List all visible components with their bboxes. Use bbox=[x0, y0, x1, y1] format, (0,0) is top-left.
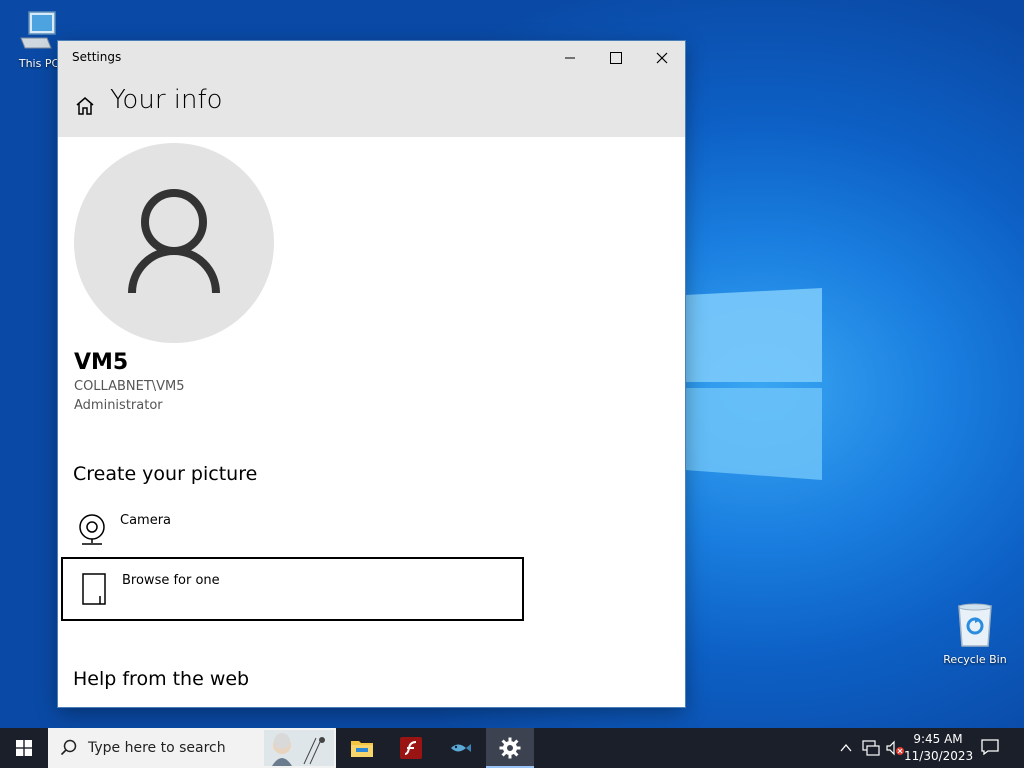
notification-icon[interactable] bbox=[980, 737, 1000, 757]
search-highlight-illustration bbox=[264, 730, 334, 766]
gear-icon bbox=[499, 737, 521, 759]
desktop-icon-recycle-bin[interactable]: Recycle Bin bbox=[938, 602, 1012, 666]
home-icon[interactable] bbox=[74, 95, 96, 117]
title-bar[interactable]: Settings bbox=[58, 41, 685, 75]
clock-time: 9:45 AM bbox=[913, 732, 963, 746]
taskbar-flash[interactable] bbox=[387, 728, 435, 768]
maximize-button[interactable] bbox=[593, 41, 639, 75]
fish-icon bbox=[451, 744, 471, 752]
browse-file-icon bbox=[82, 573, 106, 605]
search-placeholder: Type here to search bbox=[88, 740, 226, 756]
start-button[interactable] bbox=[0, 728, 48, 768]
desktop-icon-label: Recycle Bin bbox=[943, 653, 1007, 666]
avatar bbox=[74, 143, 274, 343]
close-icon bbox=[656, 52, 668, 64]
content-area: VM5 COLLABNET\VM5 Administrator Create y… bbox=[58, 137, 685, 707]
computer-icon bbox=[20, 11, 56, 49]
windows-start-icon bbox=[16, 740, 32, 756]
user-icon bbox=[128, 189, 220, 294]
help-heading: Help from the web bbox=[73, 668, 250, 690]
recycle-bin-icon bbox=[958, 603, 992, 647]
page-title: Your info bbox=[110, 85, 223, 115]
taskbar: Type here to search 9:45 AM 11/30/2023 bbox=[0, 728, 1024, 768]
flash-icon bbox=[400, 737, 422, 759]
camera-label: Camera bbox=[120, 513, 172, 528]
chevron-up-icon[interactable] bbox=[840, 743, 852, 753]
create-picture-heading: Create your picture bbox=[73, 463, 258, 485]
search-icon bbox=[60, 739, 77, 756]
camera-icon bbox=[79, 514, 105, 545]
page-header: Your info bbox=[58, 75, 685, 137]
close-button[interactable] bbox=[639, 41, 685, 75]
browse-label: Browse for one bbox=[122, 573, 220, 588]
taskbar-settings[interactable] bbox=[486, 728, 534, 768]
maximize-icon bbox=[610, 52, 622, 64]
taskbar-file-explorer[interactable] bbox=[338, 728, 386, 768]
volume-muted-icon[interactable] bbox=[885, 740, 905, 756]
settings-window: Settings Your info VM5 COLLABNET\VM5 Adm… bbox=[58, 41, 685, 707]
user-name: VM5 bbox=[74, 350, 129, 375]
user-domain: COLLABNET\VM5 bbox=[74, 379, 185, 394]
window-title: Settings bbox=[72, 50, 122, 64]
clock-date: 11/30/2023 bbox=[904, 749, 974, 763]
user-role: Administrator bbox=[74, 398, 163, 413]
search-box[interactable]: Type here to search bbox=[48, 728, 336, 768]
camera-option[interactable]: Camera bbox=[61, 499, 524, 563]
minimize-button[interactable] bbox=[547, 41, 593, 75]
system-clock[interactable]: 9:45 AM 11/30/2023 bbox=[904, 731, 974, 765]
taskbar-network-app[interactable] bbox=[436, 728, 484, 768]
network-icon[interactable] bbox=[862, 740, 880, 756]
folder-icon bbox=[351, 741, 373, 757]
browse-option[interactable]: Browse for one bbox=[61, 557, 524, 621]
minimize-icon bbox=[565, 57, 575, 59]
